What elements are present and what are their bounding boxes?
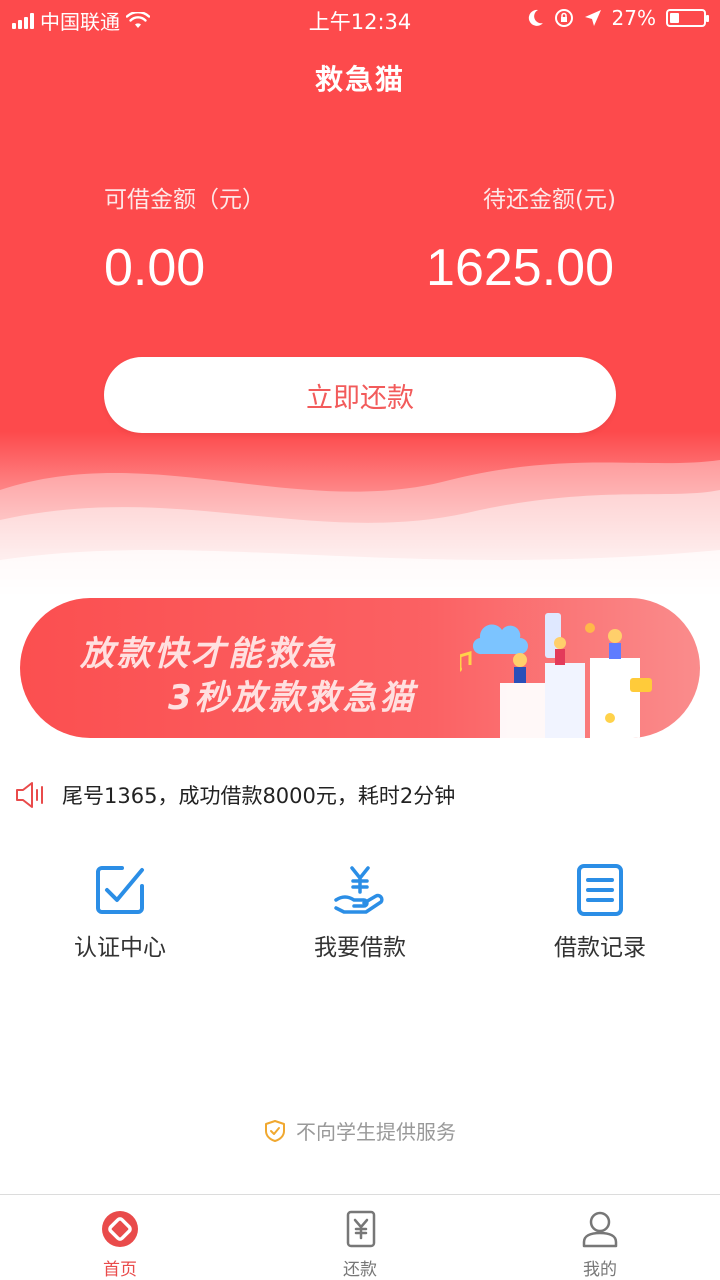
- feature-loan-records[interactable]: 借款记录: [480, 862, 720, 962]
- wave-decoration: [0, 460, 720, 600]
- shield-check-icon: [265, 1119, 285, 1142]
- location-arrow-icon: [584, 10, 601, 26]
- available-amount-label: 可借金额（元）: [104, 187, 265, 213]
- tab-label: 首页: [103, 1260, 137, 1280]
- hand-yen-icon: [334, 866, 384, 914]
- yen-receipt-icon: [346, 1210, 376, 1248]
- banner-headline: 放款快才能救急: [80, 634, 339, 674]
- list-document-icon: [577, 864, 623, 916]
- status-bar: 中国联通 上午12:34 27%: [0, 0, 720, 40]
- tab-label: 还款: [343, 1260, 377, 1280]
- user-icon: [582, 1211, 618, 1248]
- feature-borrow[interactable]: 我要借款: [240, 862, 480, 962]
- promo-banner[interactable]: 放款快才能救急 3秒放款救急猫: [20, 598, 700, 738]
- available-amount-value: 0.00: [104, 239, 206, 297]
- battery-percent: 27%: [611, 6, 656, 30]
- moon-icon: [528, 9, 543, 26]
- home-diamond-icon: [102, 1211, 138, 1247]
- due-amount-label: 待还金额(元): [483, 187, 616, 213]
- notice-ticker: 尾号1365，成功借款8000元，耗时2分钟: [14, 778, 455, 812]
- repay-now-button[interactable]: 立即还款: [104, 357, 616, 433]
- disclaimer-text: 不向学生提供服务: [296, 1120, 456, 1144]
- tab-home[interactable]: 首页: [0, 1209, 240, 1280]
- bottom-tab-bar: 首页 还款 我的: [0, 1194, 720, 1280]
- feature-certification-center[interactable]: 认证中心: [0, 862, 240, 962]
- feature-label: 认证中心: [74, 935, 166, 961]
- banner-illustration: [460, 613, 652, 738]
- page-title: 救急猫: [314, 63, 405, 96]
- notice-text: 尾号1365，成功借款8000元，耗时2分钟: [62, 784, 456, 808]
- battery-icon: [666, 9, 709, 27]
- tab-mine[interactable]: 我的: [480, 1209, 720, 1280]
- feature-label: 我要借款: [314, 935, 406, 961]
- tab-repay[interactable]: 还款: [240, 1209, 480, 1280]
- banner-subline: 3秒放款救急猫: [168, 678, 417, 718]
- feature-label: 借款记录: [554, 935, 646, 961]
- checkbox-icon: [96, 866, 144, 914]
- speaker-icon: [16, 782, 43, 808]
- tab-label: 我的: [583, 1260, 617, 1280]
- rotation-lock-icon: [554, 9, 573, 27]
- student-disclaimer: 不向学生提供服务: [0, 1116, 720, 1145]
- due-amount-value: 1625.00: [426, 239, 614, 297]
